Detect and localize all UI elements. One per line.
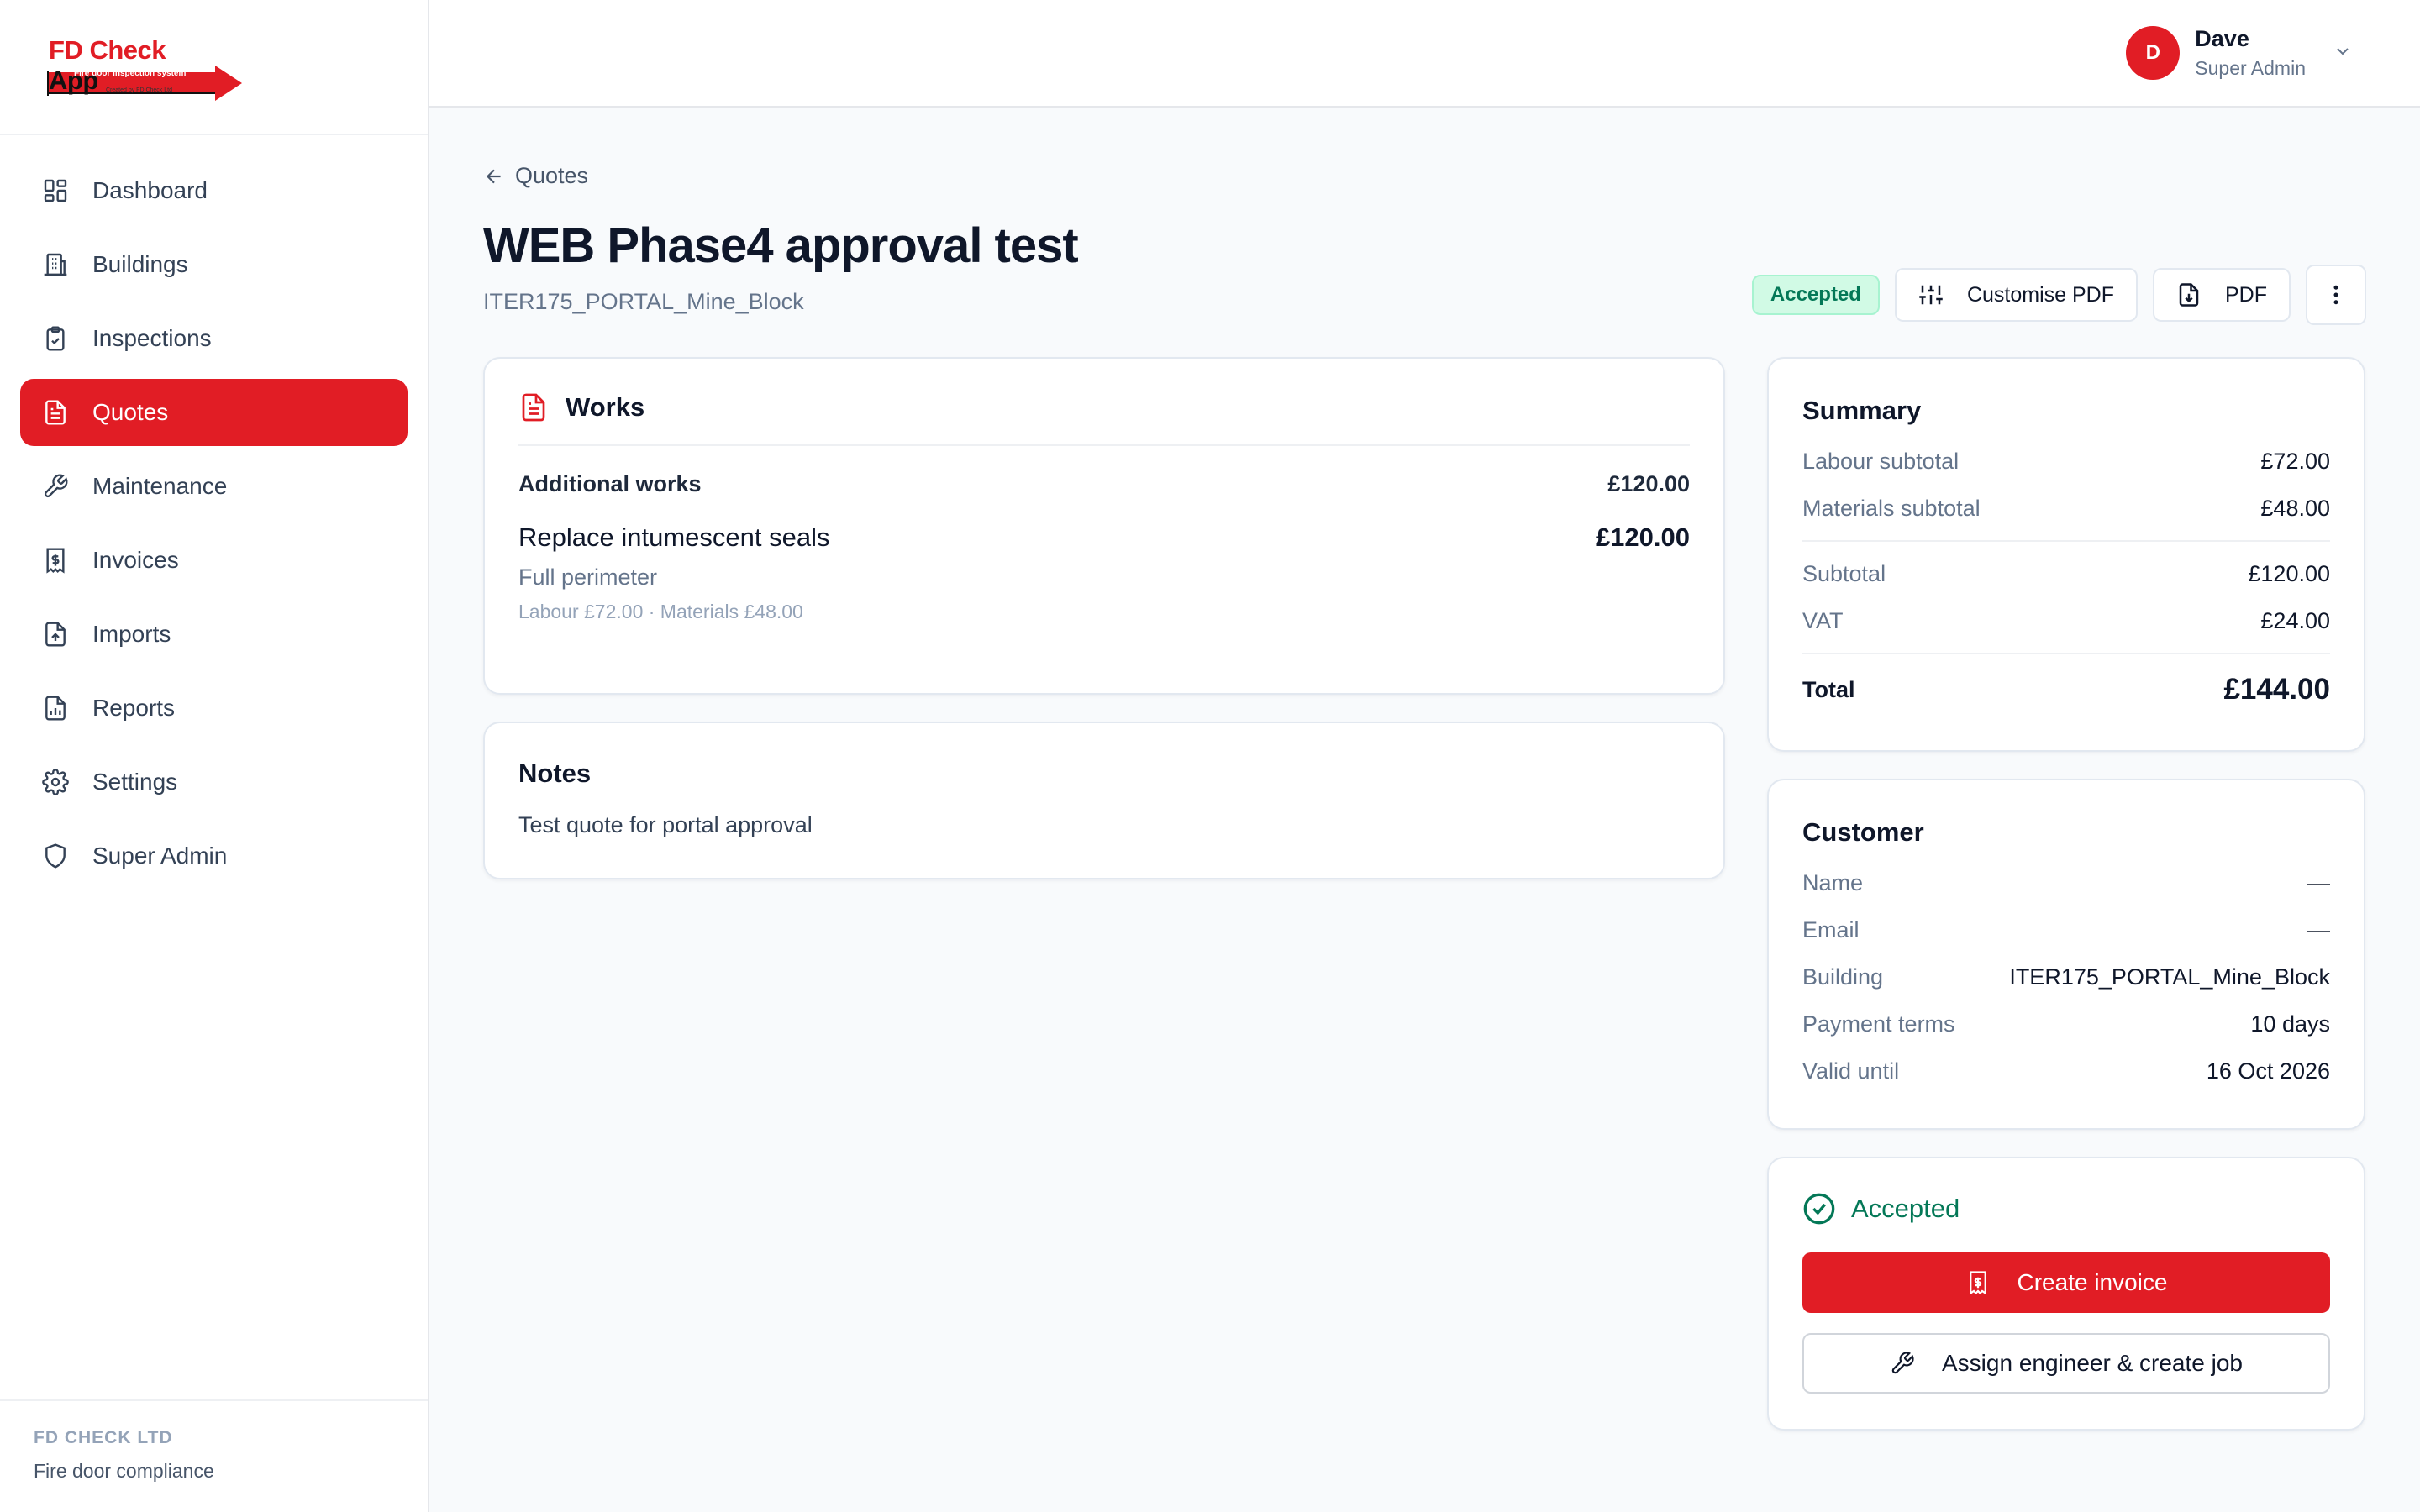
notes-card: Notes Test quote for portal approval [483, 722, 1725, 879]
customer-email-label: Email [1802, 916, 1860, 942]
subtotal-row: Subtotal £120.00 [1802, 550, 2330, 597]
back-link[interactable]: Quotes [483, 163, 651, 189]
vat-row: VAT £24.00 [1802, 597, 2330, 644]
logo-area: FD Check App Fire door inspection system… [0, 0, 428, 135]
payment-terms-row: Payment terms 10 days [1802, 1000, 2330, 1047]
customer-name-row: Name — [1802, 859, 2330, 906]
materials-subtotal-label: Materials subtotal [1802, 495, 1981, 521]
works-group-title: Additional works [518, 471, 702, 496]
materials-subtotal-row: Materials subtotal £48.00 [1802, 485, 2330, 532]
page-content: Quotes WEB Phase4 approval test ITER175_… [429, 108, 2420, 1512]
valid-until-value: 16 Oct 2026 [2206, 1058, 2330, 1084]
total-row: Total £144.00 [1802, 663, 2330, 717]
payment-terms-label: Payment terms [1802, 1011, 1955, 1037]
works-group-row: Additional works £120.00 [518, 471, 1690, 497]
app-logo[interactable]: FD Check App Fire door inspection system… [47, 34, 242, 101]
status-badge: Accepted [1751, 275, 1880, 315]
main-area: D Dave Super Admin Quotes WEB Phase4 app… [429, 0, 2420, 1512]
pdf-label: PDF [2225, 282, 2267, 307]
total-label: Total [1802, 676, 1855, 702]
customer-name-label: Name [1802, 869, 1864, 895]
create-invoice-button[interactable]: Create invoice [1802, 1252, 2330, 1313]
more-options-button[interactable] [2306, 265, 2366, 325]
valid-until-label: Valid until [1802, 1058, 1900, 1084]
divider [1802, 540, 2330, 542]
building-link[interactable]: ITER175_PORTAL_Mine_Block [2009, 964, 2330, 990]
summary-title: Summary [1802, 396, 1922, 425]
works-item-name: Replace intumescent seals [518, 522, 830, 552]
customer-building-row: Building ITER175_PORTAL_Mine_Block [1802, 953, 2330, 1000]
customer-building-label: Building [1802, 963, 1884, 990]
payment-terms-value: 10 days [2250, 1011, 2330, 1037]
create-invoice-label: Create invoice [2017, 1269, 2168, 1295]
sidebar: FD Check App Fire door inspection system… [0, 0, 429, 1512]
vat-value: £24.00 [2260, 607, 2330, 633]
more-vertical-icon [2333, 285, 2338, 305]
customer-email-value: — [2307, 916, 2330, 942]
subtotal-label: Subtotal [1802, 560, 1886, 586]
works-item-price: £120.00 [1595, 522, 1690, 552]
assign-engineer-label: Assign engineer & create job [1942, 1350, 2243, 1376]
status-card: Accepted Create invoice Assign engineer … [1767, 1157, 2365, 1431]
arrow-left-icon [486, 169, 501, 183]
total-value: £144.00 [2223, 673, 2330, 706]
logo-subtitle: Fire door inspection system [74, 68, 187, 78]
customise-pdf-label: Customise PDF [1966, 282, 2114, 307]
header-actions: Accepted Customise PDF PDF [1751, 265, 2366, 325]
works-card: Works Additional works £120.00 Replace i… [483, 357, 1725, 695]
assign-engineer-button[interactable]: Assign engineer & create job [1802, 1333, 2330, 1394]
accepted-status-label: Accepted [1851, 1194, 1960, 1223]
works-item-breakdown: Labour £72.00 · Materials £48.00 [518, 601, 803, 622]
left-column: Works Additional works £120.00 Replace i… [483, 357, 1725, 1431]
notes-text: Test quote for portal approval [518, 812, 813, 837]
check-circle-icon [1803, 1193, 1835, 1225]
pdf-button[interactable]: PDF [2153, 268, 2291, 322]
materials-subtotal-value: £48.00 [2260, 495, 2330, 521]
labour-subtotal-label: Labour subtotal [1802, 448, 1960, 474]
works-group-total: £120.00 [1607, 471, 1690, 496]
customer-title: Customer [1802, 817, 1924, 847]
logo-credit: Created by FD Check Ltd [106, 87, 172, 93]
notes-title: Notes [518, 759, 592, 788]
file-download-icon [2179, 283, 2199, 307]
receipt-icon [1969, 1271, 1986, 1295]
wrench-icon [1891, 1352, 1914, 1374]
customise-pdf-button[interactable]: Customise PDF [1894, 268, 2138, 322]
document-icon [522, 393, 545, 422]
labour-subtotal-value: £72.00 [2260, 448, 2330, 474]
divider [1802, 653, 2330, 654]
works-title: Works [566, 392, 645, 422]
subtotal-value: £120.00 [2248, 560, 2330, 586]
back-link-label: Quotes [515, 163, 589, 188]
sliders-icon [1919, 285, 1943, 305]
labour-subtotal-row: Labour subtotal £72.00 [1802, 438, 2330, 485]
valid-until-row: Valid until 16 Oct 2026 [1802, 1047, 2330, 1095]
summary-card: Summary Labour subtotal £72.00 Materials… [1767, 357, 2365, 752]
works-header: Works [518, 392, 1690, 446]
customer-email-row: Email — [1802, 906, 2330, 953]
customer-card: Customer Name — Email — Building ITER175… [1767, 779, 2365, 1130]
content-columns: Works Additional works £120.00 Replace i… [483, 357, 2366, 1431]
customer-name-value: — [2307, 869, 2330, 895]
vat-label: VAT [1802, 607, 1844, 633]
accepted-status: Accepted [1802, 1192, 2330, 1226]
works-item-description: Full perimeter [518, 564, 658, 590]
works-line-item: Replace intumescent seals £120.00 [518, 522, 1690, 553]
right-column: Summary Labour subtotal £72.00 Materials… [1767, 357, 2365, 1431]
